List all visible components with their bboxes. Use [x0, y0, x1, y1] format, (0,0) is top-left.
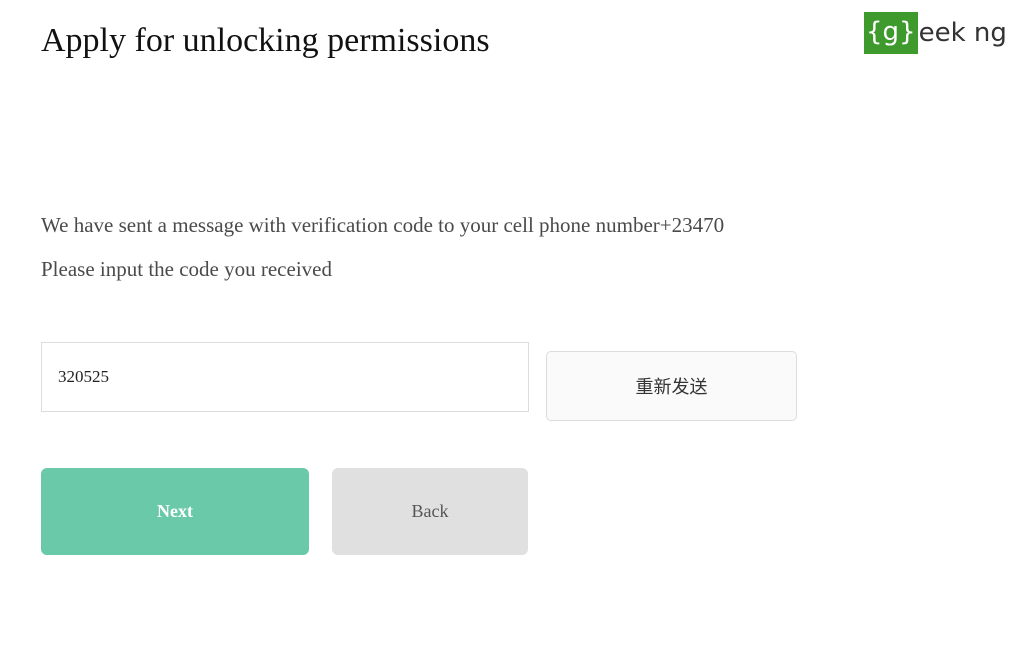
back-button[interactable]: Back [332, 468, 528, 555]
resend-button[interactable]: 重新发送 [546, 351, 797, 421]
page-title: Apply for unlocking permissions [41, 22, 490, 59]
input-instruction: Please input the code you received [41, 257, 332, 281]
verification-message: We have sent a message with verification… [41, 213, 725, 237]
logo-wordmark: eek ng [918, 18, 1007, 48]
next-button[interactable]: Next [41, 468, 309, 555]
geeking-logo: {g} eek ng [864, 12, 1007, 54]
verification-code-input[interactable] [41, 342, 529, 412]
logo-box: {g} [864, 12, 918, 54]
